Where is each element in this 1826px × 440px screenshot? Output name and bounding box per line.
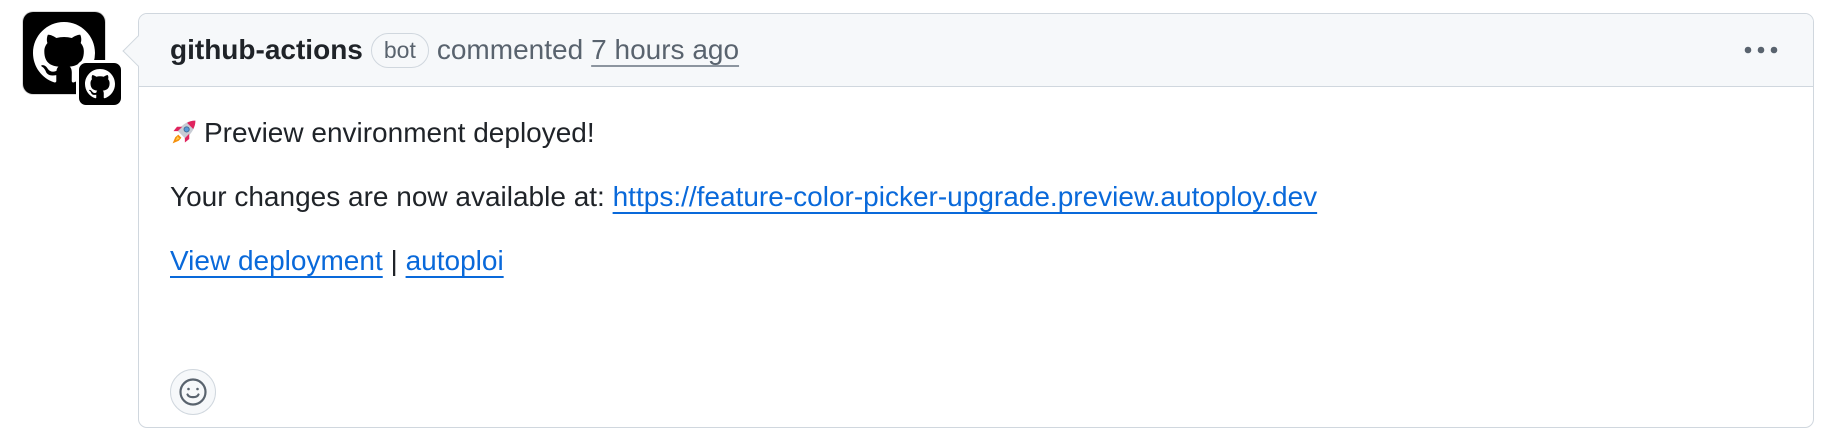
more-options-button[interactable] [1739, 28, 1783, 72]
preview-url-link[interactable]: https://feature-color-picker-upgrade.pre… [613, 181, 1318, 212]
rocket-emoji [172, 120, 196, 144]
link-separator: | [382, 245, 406, 276]
comment-action-text: commented [436, 34, 584, 65]
comment-timestamp[interactable]: 7 hours ago [591, 34, 739, 66]
comment-header: github-actions bot commented 7 hours ago [139, 14, 1813, 87]
body-line-2: Your changes are now available at: https… [170, 177, 1317, 217]
author-name[interactable]: github-actions [170, 34, 363, 66]
body-line-3: View deployment | autoploi [170, 241, 504, 281]
view-deployment-link[interactable]: View deployment [170, 245, 383, 276]
body-line-1: Preview environment deployed! [170, 113, 595, 153]
comment-box: github-actions bot commented 7 hours ago [138, 13, 1814, 428]
bot-badge: bot [370, 32, 429, 68]
deploy-message: Preview environment deployed! [204, 117, 595, 148]
kebab-horizontal-icon [1744, 46, 1778, 54]
available-at-text: Your changes are now available at: [170, 181, 613, 212]
autoploi-link[interactable]: autoploi [406, 245, 504, 276]
timeline-comment: github-actions bot commented 7 hours ago [0, 0, 1826, 440]
add-reaction-button[interactable] [170, 369, 216, 415]
author-avatar[interactable] [23, 12, 124, 108]
app-badge-icon [76, 60, 124, 108]
smiley-icon [179, 378, 207, 406]
